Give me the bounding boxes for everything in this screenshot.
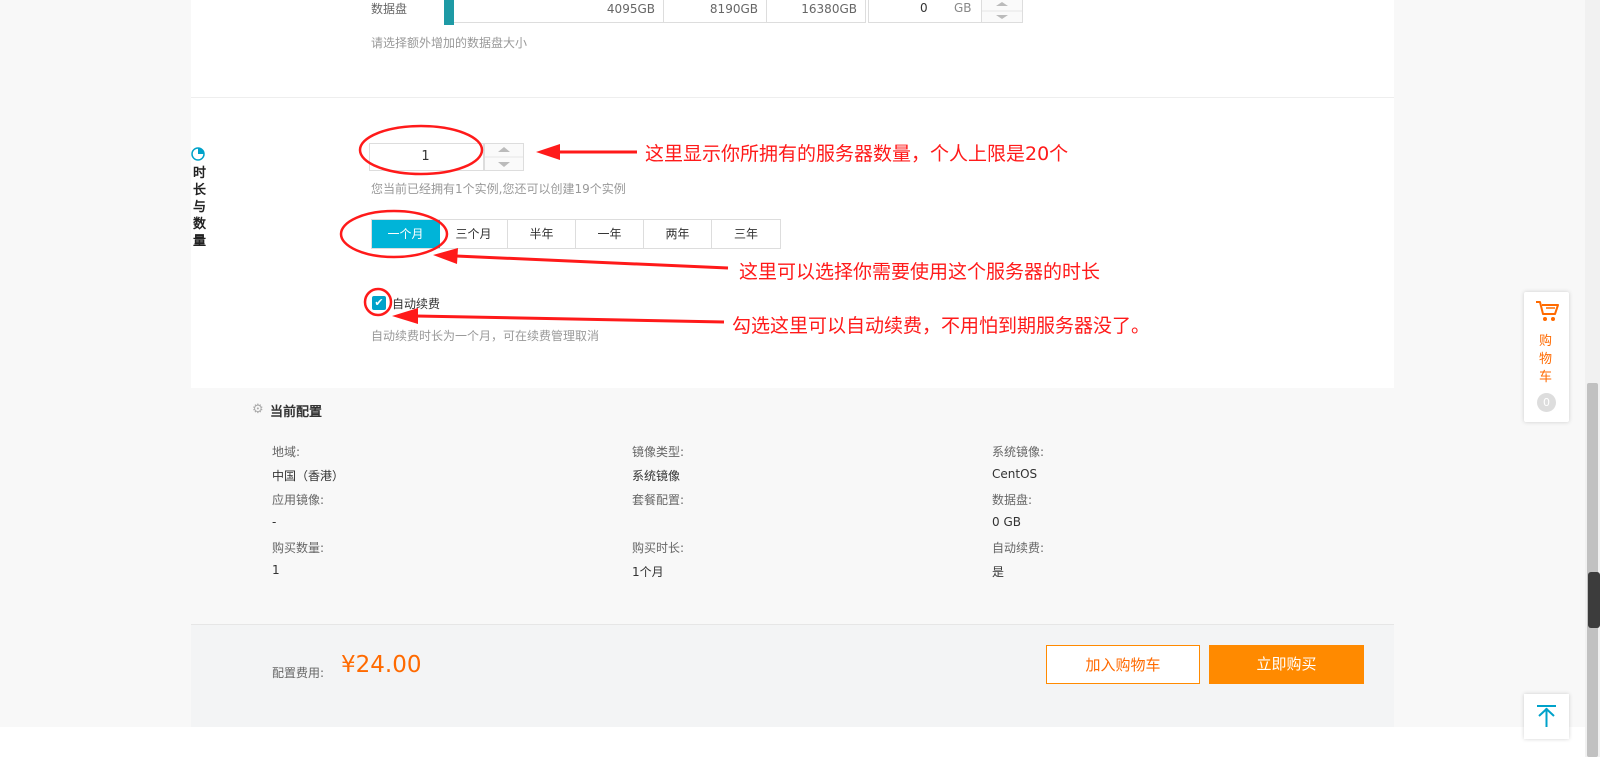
config-key: 镜像类型: — [632, 445, 685, 459]
buy-now-button[interactable]: 立即购买 — [1209, 645, 1364, 684]
shopping-cart-icon — [1536, 301, 1559, 321]
config-value: 1个月 — [632, 565, 664, 579]
config-value: 1 — [272, 563, 280, 577]
arrow-head — [433, 248, 458, 264]
arrow-head — [392, 308, 418, 324]
arrow-line — [415, 314, 725, 324]
price-label: 配置费用: — [272, 666, 325, 680]
config-value: 中国（香港） — [272, 469, 345, 483]
cart-label-char: 车 — [1539, 370, 1553, 385]
cart-label-char: 物 — [1539, 352, 1553, 367]
duration-highlight-ellipse — [339, 209, 449, 259]
checkbox-highlight-circle — [363, 287, 393, 317]
config-key: 购买时长: — [632, 541, 685, 555]
config-key: 地域: — [272, 445, 301, 459]
cart-count-badge: 0 — [1537, 393, 1556, 412]
config-value: 0 GB — [992, 515, 1021, 529]
config-value: 系统镜像 — [632, 469, 681, 483]
config-key: 应用镜像: — [272, 493, 325, 507]
arrow-up-icon — [1537, 705, 1556, 727]
config-key: 套餐配置: — [632, 493, 685, 507]
back-to-top-button[interactable] — [1524, 694, 1569, 739]
config-value: CentOS — [992, 467, 1038, 481]
config-title: 当前配置 — [270, 405, 323, 420]
add-to-cart-button[interactable]: 加入购物车 — [1046, 645, 1200, 684]
price-value: ¥24.00 — [341, 652, 422, 678]
config-key: 系统镜像: — [992, 445, 1045, 459]
config-key: 自动续费: — [992, 541, 1045, 555]
annotation-duration: 这里可以选择你需要使用这个服务器的时长 — [739, 261, 1101, 283]
gear-icon: ⚙ — [252, 402, 264, 417]
annotation-autorenew: 勾选这里可以自动续费，不用怕到期服务器没了。 — [732, 315, 1151, 337]
annotation-overlay — [339, 124, 729, 324]
annotation-quantity: 这里显示你所拥有的服务器数量，个人上限是20个 — [645, 143, 1069, 165]
config-key: 数据盘: — [992, 493, 1033, 507]
config-value: 是 — [992, 565, 1005, 579]
cart-label-char: 购 — [1539, 334, 1553, 349]
arrow-line — [455, 254, 729, 270]
config-value: - — [272, 515, 277, 529]
config-key: 购买数量: — [272, 541, 325, 555]
arrow-head — [536, 144, 560, 160]
quantity-highlight-ellipse — [358, 124, 484, 176]
